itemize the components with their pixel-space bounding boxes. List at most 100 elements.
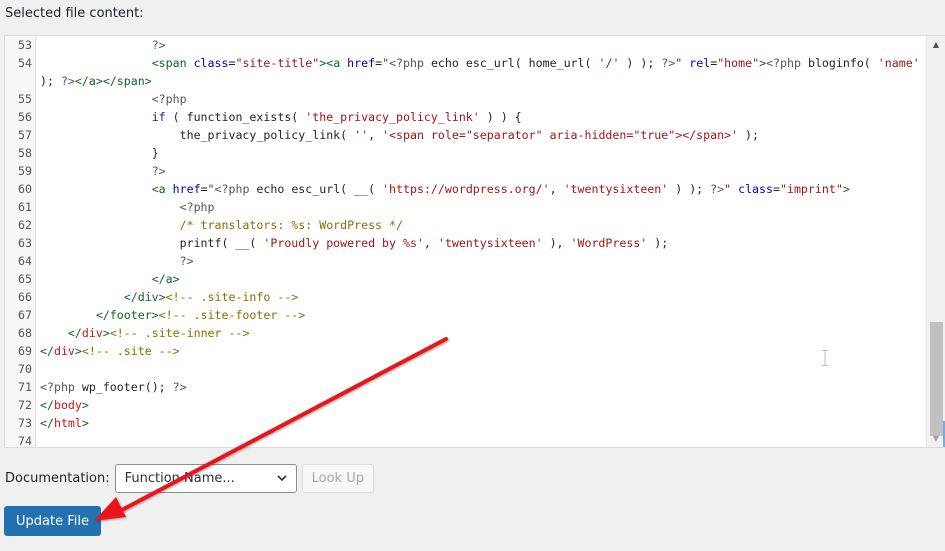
code-token: , <box>549 182 564 196</box>
scrollbar-thumb[interactable] <box>930 322 943 436</box>
code-text: the_privacy_policy_link( '', '<span role… <box>40 126 927 144</box>
code-token: ); <box>647 236 669 250</box>
code-line[interactable]: 65 </a> <box>5 270 927 288</box>
code-line[interactable]: 73 </html> <box>5 414 927 432</box>
code-token: <!-- .site --> <box>81 344 180 358</box>
code-token: ?> <box>661 56 676 70</box>
code-token: <!-- .site-info --> <box>165 290 299 304</box>
code-line[interactable]: 66 </div><!-- .site-info --> <box>5 288 927 306</box>
code-token: 'twentysixteen' <box>563 182 669 196</box>
chevron-down-icon <box>277 475 287 482</box>
code-token: wp_footer(); <box>81 380 173 394</box>
update-file-button[interactable]: Update File <box>4 506 101 536</box>
code-line[interactable]: 60 <a href="<?php echo esc_url( __( 'htt… <box>5 180 927 198</box>
line-number: 66 <box>18 290 32 304</box>
code-token: > <box>74 344 82 358</box>
code-token: rel <box>689 56 711 70</box>
line-number: 59 <box>18 164 32 178</box>
code-line[interactable]: 56 if ( function_exists( 'the_privacy_po… <box>5 108 927 126</box>
code-token: ?> <box>179 254 194 268</box>
line-number: 62 <box>18 218 32 232</box>
look-up-button[interactable]: Look Up <box>301 463 374 493</box>
code-token: </ <box>67 326 82 340</box>
line-number: 63 <box>18 236 32 250</box>
code-token: </a></span> <box>74 74 152 88</box>
code-text: </div><!-- .site-info --> <box>40 288 927 306</box>
documentation-row: Documentation: Function Name... Look Up <box>5 463 374 493</box>
code-token: div <box>81 326 103 340</box>
line-number: 61 <box>18 200 32 214</box>
code-token: <!-- .site-footer --> <box>158 308 306 322</box>
editor-scrollbar[interactable]: ▲ ▼ <box>926 36 945 447</box>
line-number: 55 <box>18 92 32 106</box>
code-token: ?> <box>60 74 75 88</box>
line-number: 54 <box>18 56 32 70</box>
code-token: bloginfo( <box>807 56 878 70</box>
code-line[interactable]: 72 </body> <box>5 396 927 414</box>
code-token: the_privacy_policy_link( <box>179 128 355 142</box>
selected-file-content-label: Selected file content: <box>5 6 144 21</box>
line-number: 71 <box>18 380 32 394</box>
code-token: href <box>172 182 201 196</box>
code-token: ( function_exists( <box>165 110 306 124</box>
code-token: > <box>81 416 89 430</box>
function-name-select[interactable]: Function Name... <box>114 463 297 493</box>
code-token: = <box>200 182 208 196</box>
code-text: </a> <box>40 270 927 288</box>
line-number: 57 <box>18 128 32 142</box>
code-token: </a> <box>151 272 180 286</box>
code-line[interactable]: 68 </div><!-- .site-inner --> <box>5 324 927 342</box>
code-line[interactable]: 53 ?> <box>5 36 927 54</box>
code-line[interactable]: 54 <span class="site-title"><a href="<?p… <box>5 54 927 90</box>
code-editor[interactable]: 53 ?> 54 <span class="site-title"><a href… <box>4 35 945 448</box>
code-line[interactable]: 57 the_privacy_policy_link( '', '<span r… <box>5 126 927 144</box>
code-token: </footer> <box>95 308 159 322</box>
code-token: <?php <box>151 92 187 106</box>
line-number: 53 <box>18 38 32 52</box>
code-token: ), <box>542 236 571 250</box>
code-line[interactable]: 71 <?php wp_footer(); ?> <box>5 378 927 396</box>
line-number: 74 <box>18 434 32 448</box>
code-line[interactable]: 74 ​ <box>5 432 927 448</box>
code-line[interactable]: 58 } <box>5 144 927 162</box>
code-text: ?> <box>40 162 927 180</box>
code-token: , <box>423 236 438 250</box>
code-token: 'the_privacy_policy_link' <box>305 110 480 124</box>
line-number: 60 <box>18 182 32 196</box>
line-number: 69 <box>18 344 32 358</box>
code-text: </div><!-- .site --> <box>40 342 927 360</box>
code-line[interactable]: 55 <?php <box>5 90 927 108</box>
code-token: " <box>207 182 215 196</box>
code-line[interactable]: 64 ?> <box>5 252 927 270</box>
code-line[interactable]: 63 printf( __( 'Proudly powered by %s', … <box>5 234 927 252</box>
code-line[interactable]: 69 </div><!-- .site --> <box>5 342 927 360</box>
code-token: <?php <box>214 182 257 196</box>
scroll-up-arrow-icon[interactable]: ▲ <box>927 36 945 53</box>
code-line[interactable]: 67 </footer><!-- .site-footer --> <box>5 306 927 324</box>
line-number: 56 <box>18 110 32 124</box>
line-number: 67 <box>18 308 32 322</box>
code-line[interactable]: 61 <?php <box>5 198 927 216</box>
code-line[interactable]: 62 /* translators: %s: WordPress */ <box>5 216 927 234</box>
code-line[interactable]: 70 ​ <box>5 360 927 378</box>
code-token: if <box>151 110 166 124</box>
code-token: ); <box>738 128 759 142</box>
line-number: 65 <box>18 272 32 286</box>
code-text: ​ <box>40 432 927 447</box>
code-line[interactable]: 59 ?> <box>5 162 927 180</box>
line-number: 73 <box>18 416 32 430</box>
code-token: "site-title" <box>235 56 320 70</box>
code-token: ?> <box>710 182 725 196</box>
code-text: ?> <box>40 252 927 270</box>
code-token: <a <box>326 56 348 70</box>
code-lines[interactable]: 53 ?> 54 <span class="site-title"><a href… <box>5 36 927 448</box>
